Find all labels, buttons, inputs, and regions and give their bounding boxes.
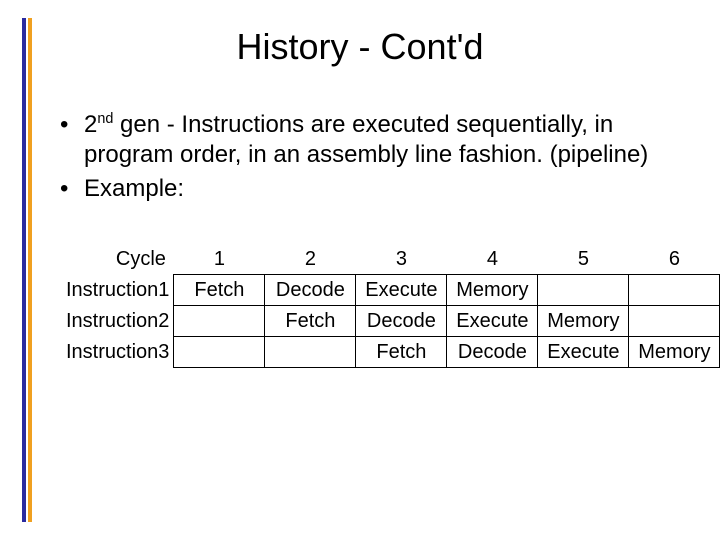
col-header: 4 [447,244,538,275]
bullet-item: 2nd gen - Instructions are executed sequ… [60,110,680,170]
col-header: 1 [174,244,265,275]
table-cell: Execute [447,306,538,337]
table-cell: Fetch [356,337,447,368]
bullet-list: 2nd gen - Instructions are executed sequ… [60,110,680,204]
table-cell: Memory [447,275,538,306]
row-label: Instruction1 [60,275,174,306]
row-label: Instruction3 [60,337,174,368]
bullet-text-sup: nd [97,111,113,127]
table-cell: Memory [538,306,629,337]
table-cell: Decode [447,337,538,368]
table-cell: Fetch [265,306,356,337]
col-header: 3 [356,244,447,275]
table-row: Instruction1 Fetch Decode Execute Memory [60,275,720,306]
col-header: 2 [265,244,356,275]
slide-body: 2nd gen - Instructions are executed sequ… [60,110,680,368]
table-cell [174,337,265,368]
table-row: Instruction3 Fetch Decode Execute Memory [60,337,720,368]
table-corner-label: Cycle [60,244,174,275]
bullet-text-pre: Example: [84,175,184,202]
bullet-item: Example: [60,174,680,204]
pipeline-table: Cycle 1 2 3 4 5 6 Instruction1 Fetch Dec… [60,244,680,368]
accent-stripe-blue [22,18,26,522]
accent-stripe-orange [28,18,32,522]
table-header-row: Cycle 1 2 3 4 5 6 [60,244,720,275]
table-cell: Execute [538,337,629,368]
table-row: Instruction2 Fetch Decode Execute Memory [60,306,720,337]
slide: History - Cont'd 2nd gen - Instructions … [0,0,720,540]
table-cell: Execute [356,275,447,306]
table-cell [629,275,720,306]
table-cell: Memory [629,337,720,368]
table-cell [538,275,629,306]
bullet-text-pre: 2 [84,111,97,138]
table-cell [629,306,720,337]
slide-title: History - Cont'd [0,26,720,68]
row-label: Instruction2 [60,306,174,337]
table-cell: Decode [265,275,356,306]
col-header: 6 [629,244,720,275]
table-cell: Decode [356,306,447,337]
table-cell: Fetch [174,275,265,306]
table-cell [174,306,265,337]
bullet-text-post: gen - Instructions are executed sequenti… [84,111,648,168]
table-cell [265,337,356,368]
col-header: 5 [538,244,629,275]
